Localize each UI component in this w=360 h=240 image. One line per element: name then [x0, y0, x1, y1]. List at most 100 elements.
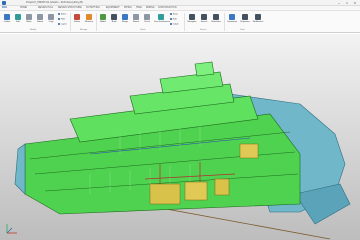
- tab-design-structure[interactable]: DESIGN STRUCTURE: [58, 7, 82, 9]
- group-label-search: Search: [200, 29, 207, 31]
- tab-piping[interactable]: PIPING: [124, 7, 132, 9]
- ribbon-separator: [224, 13, 225, 31]
- group-label-check: Check: [140, 29, 146, 31]
- ribbon-separator: [96, 13, 97, 31]
- pump-block: [214, 178, 230, 196]
- copy-icon: [48, 14, 54, 20]
- workbench-label: Workbench: [252, 21, 264, 23]
- check-icon: [144, 14, 150, 20]
- sketch-label: Sketch: [132, 21, 140, 23]
- edit-button[interactable]: Edit: [13, 12, 23, 28]
- tab-wiring[interactable]: WIRING: [146, 7, 155, 9]
- filter-tool[interactable]: Filter: [58, 18, 65, 21]
- 3d-viewport[interactable]: [0, 34, 360, 240]
- isolate-tool[interactable]: Isolate: [170, 23, 179, 26]
- comments-label: Comments: [226, 21, 238, 23]
- rotate-icon: [37, 14, 43, 20]
- stern-shell: [14, 143, 26, 195]
- tab-equipment[interactable]: EQUIPMENT: [106, 7, 120, 9]
- build-label: Build: [111, 21, 117, 23]
- ribbon-separator: [70, 13, 71, 31]
- rotate-label: Rotate: [36, 21, 44, 23]
- measure-button[interactable]: Measure: [84, 12, 94, 28]
- navigator-label: Navigator: [187, 21, 197, 23]
- search-label: Search: [200, 21, 208, 23]
- tab-hvac[interactable]: HVAC: [136, 7, 142, 9]
- tab-design-hull[interactable]: DESIGN HULL: [38, 7, 53, 9]
- sketch-icon: [133, 14, 139, 20]
- merge-button[interactable]: Merge: [120, 12, 130, 28]
- layers-label: Layers: [60, 23, 67, 26]
- search-icon: [201, 14, 207, 20]
- view-interference-label: View Interference: [154, 21, 171, 23]
- measure-label: Measure: [84, 21, 94, 23]
- check-button[interactable]: Check: [142, 12, 152, 28]
- view-interference-button[interactable]: View Interference: [154, 12, 171, 28]
- generator-block: [184, 181, 208, 201]
- mast: [194, 61, 215, 77]
- outline-icon: [4, 14, 10, 20]
- build-button[interactable]: Build: [109, 12, 119, 28]
- properties-label: Properties: [240, 21, 250, 23]
- outline-button[interactable]: Outline: [2, 12, 12, 28]
- show-label: Show: [172, 13, 178, 16]
- tab-home[interactable]: HOME: [20, 7, 27, 9]
- select-label: Select: [60, 13, 67, 16]
- move-button[interactable]: Move: [24, 12, 34, 28]
- model-button[interactable]: Model: [98, 12, 108, 28]
- copy-button[interactable]: Copy: [46, 12, 56, 28]
- navigator-icon: [189, 14, 195, 20]
- selections-icon: [213, 14, 219, 20]
- filter-label: Filter: [60, 18, 66, 21]
- tab-outfitting[interactable]: OUTFITTING: [86, 7, 100, 9]
- measure-icon: [86, 14, 92, 20]
- search-button[interactable]: Search: [199, 12, 209, 28]
- axis-indicator-icon: [6, 224, 17, 234]
- rotate-button[interactable]: Rotate: [35, 12, 45, 28]
- ship-model[interactable]: [0, 34, 360, 240]
- model-label: Model: [100, 21, 106, 23]
- isolate-label: Isolate: [172, 23, 179, 26]
- delete-button[interactable]: Delete: [72, 12, 82, 28]
- app-logo-icon[interactable]: [2, 1, 6, 5]
- check-label: Check: [144, 21, 150, 23]
- workbench-icon: [255, 14, 261, 20]
- comments-button[interactable]: Comments: [226, 12, 238, 28]
- merge-icon: [122, 14, 128, 20]
- properties-button[interactable]: Properties: [239, 12, 251, 28]
- layers-tool[interactable]: Layers: [58, 23, 67, 26]
- selections-label: Selections: [211, 21, 221, 23]
- selections-button[interactable]: Selections: [210, 12, 222, 28]
- ribbon-separator: [184, 13, 185, 31]
- tab-construction[interactable]: CONSTRUCTION: [158, 7, 177, 9]
- window-title: ProjectX_PMWP-02 (shadm - 4163 Everythin…: [26, 1, 83, 4]
- workbench-button[interactable]: Workbench: [252, 12, 264, 28]
- hide-label: Hide: [172, 18, 177, 21]
- group-label-manage: Manage: [80, 29, 88, 31]
- equipment-block: [239, 143, 259, 159]
- select-tool[interactable]: Select: [58, 13, 66, 16]
- comments-icon: [229, 14, 235, 20]
- delete-label: Delete: [73, 21, 80, 23]
- navigator-button[interactable]: Navigator: [186, 12, 198, 28]
- build-icon: [111, 14, 117, 20]
- group-label-modify: Modify: [30, 29, 36, 31]
- edit-label: Edit: [16, 21, 20, 23]
- hide-tool[interactable]: Hide: [170, 18, 177, 21]
- edit-icon: [15, 14, 21, 20]
- engine-block: [149, 183, 181, 205]
- copy-label: Copy: [48, 21, 54, 23]
- interference-icon: [158, 14, 164, 20]
- ribbon-toolbar: Outline Edit Move Rotate Copy Select Fil…: [0, 11, 360, 33]
- show-tool[interactable]: Show: [170, 13, 178, 16]
- properties-icon: [242, 14, 248, 20]
- delete-icon: [74, 14, 80, 20]
- outline-label: Outline: [3, 21, 11, 23]
- model-icon: [100, 14, 106, 20]
- move-label: Move: [26, 21, 32, 23]
- sketch-button[interactable]: Sketch: [131, 12, 141, 28]
- tab-file[interactable]: FILE: [2, 7, 7, 9]
- move-icon: [26, 14, 32, 20]
- group-label-tools: Tools: [240, 29, 245, 31]
- merge-label: Merge: [122, 21, 128, 23]
